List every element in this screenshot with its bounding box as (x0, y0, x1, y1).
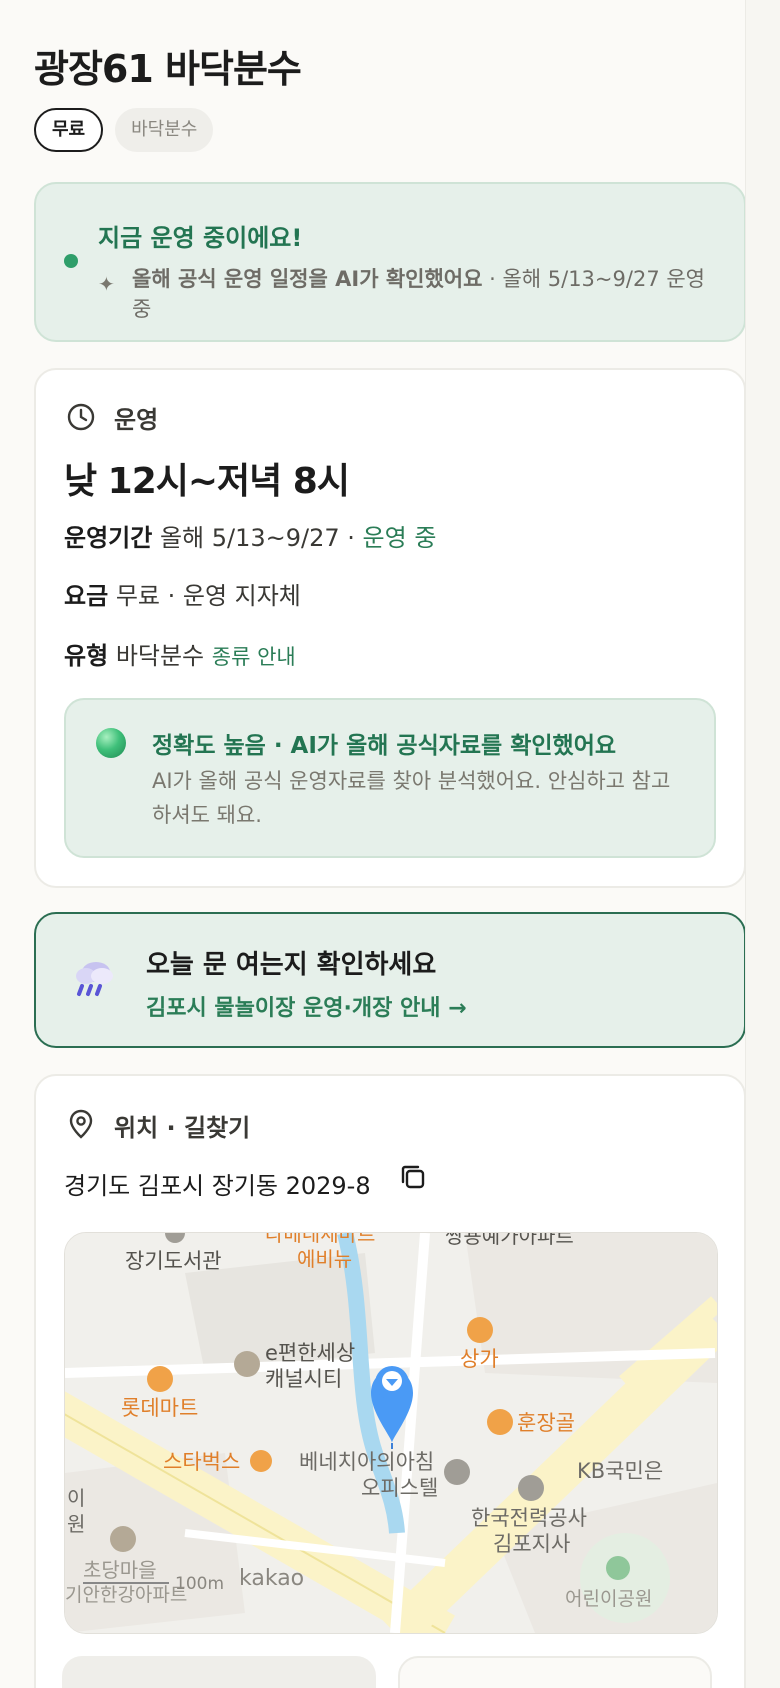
location-card: 위치 · 길찾기 경기도 김포시 장기동 2029-8 장기도서관 다베네세마트… (34, 1074, 745, 1688)
operation-notice-link[interactable]: 김포시 물놀이장 운영·개장 안내 → (146, 990, 467, 1022)
period-status: 운영 중 (362, 524, 437, 552)
map-label-lotte: 롯데마트 (121, 1396, 198, 1420)
map-canvas[interactable]: 장기도서관 다베네세마트 에비뉴 쌍용예가아파트 상가 e편한세상 캐널시티 트… (65, 1233, 717, 1633)
type-guide-link[interactable]: 종류 안내 (212, 645, 296, 669)
map-label-efun_2: 캐널시티 (265, 1367, 342, 1391)
alert-title: 오늘 문 여는지 확인하세요 (146, 950, 437, 980)
map-label-scale: 100m (175, 1574, 224, 1594)
type-label: 유형 (64, 642, 109, 670)
map-label-park: 어린이공원 (565, 1588, 652, 1610)
directions-button[interactable] (62, 1656, 376, 1688)
type-chip[interactable]: 바닥분수 (115, 108, 214, 152)
map-label-starbucks: 스타벅스 (163, 1450, 240, 1474)
copy-icon[interactable] (398, 1162, 428, 1192)
period-row: 운영기간 올해 5/13~9/27 · 운영 중 (64, 518, 436, 553)
type-row: 유형 바닥분수 종류 안내 (64, 636, 296, 671)
fee-value: 무료 · 운영 지자체 (115, 582, 301, 610)
rain-cloud-icon (76, 962, 113, 996)
hours-section-label: 운영 (114, 406, 159, 434)
status-description: 올해 공식 운영 일정을 AI가 확인했어요 · 올해 5/13~9/27 운영… (132, 264, 712, 324)
tag-chips: 무료 바닥분수 (34, 108, 214, 152)
share-button[interactable] (398, 1656, 712, 1688)
map-label-left_2: 원 (67, 1512, 85, 1536)
location-pin-icon (69, 1109, 93, 1139)
map-label-apt_bottom: 기안한강아파트 (65, 1584, 187, 1606)
accuracy-box: 정확도 높음 · AI가 올해 공식자료를 확인했어요 AI가 올해 공식 운영… (64, 698, 716, 858)
map-label-kakao: kakao (239, 1566, 304, 1591)
accuracy-title: 정확도 높음 · AI가 올해 공식자료를 확인했어요 (152, 733, 617, 759)
accuracy-ball-icon (96, 728, 126, 758)
map-label-efun_1: e편한세상 (265, 1341, 355, 1365)
check-open-banner[interactable]: 오늘 문 여는지 확인하세요 김포시 물놀이장 운영·개장 안내 → (34, 912, 745, 1048)
clock-icon (67, 403, 95, 431)
fee-label: 요금 (64, 582, 109, 610)
type-value: 바닥분수 (115, 642, 205, 670)
page-title: 광장61 바닥분수 (34, 47, 302, 91)
map-label-venezia_1: 베네치아의아침 (299, 1450, 434, 1474)
sparkle-icon: ✦ (98, 272, 115, 296)
period-label: 운영기간 (64, 524, 153, 552)
period-value: 올해 5/13~9/27 · (159, 524, 363, 552)
status-desc-bold: 올해 공식 운영 일정을 AI가 확인했어요 (132, 267, 483, 291)
map-label-apt_top: 쌍용예가아파트 (445, 1233, 574, 1248)
accuracy-description: AI가 올해 공식 운영자료를 찾아 분석했어요. 안심하고 참고하셔도 돼요. (152, 769, 671, 827)
map-label-library: 장기도서관 (125, 1249, 222, 1273)
map-label-chodang: 초당마을 (83, 1558, 157, 1582)
map-label-mart_top_1: 다베네세마트 (265, 1233, 375, 1246)
status-title: 지금 운영 중이에요! (98, 224, 303, 252)
price-chip[interactable]: 무료 (34, 108, 104, 152)
map-label-mart_top_2: 에비뉴 (297, 1247, 352, 1271)
detail-page: 광장61 바닥분수 무료 바닥분수 지금 운영 중이에요! ✦ 올해 공식 운영… (0, 0, 746, 1688)
address-text: 경기도 김포시 장기동 2029-8 (64, 1172, 371, 1200)
fee-row: 요금 무료 · 운영 지자체 (64, 576, 301, 611)
map-label-kepco_2: 김포지사 (493, 1532, 570, 1556)
map-label-hunjang: 훈장골 (517, 1411, 575, 1435)
operating-status-card: 지금 운영 중이에요! ✦ 올해 공식 운영 일정을 AI가 확인했어요 · 올… (34, 182, 745, 342)
map-label-store: 상가 (460, 1347, 499, 1371)
hours-main: 낮 12시~저녁 8시 (64, 461, 350, 502)
map-label-kepco_1: 한국전력공사 (471, 1506, 587, 1530)
hours-card: 운영 낮 12시~저녁 8시 운영기간 올해 5/13~9/27 · 운영 중 … (34, 368, 745, 888)
location-section-label: 위치 · 길찾기 (114, 1114, 251, 1142)
map-label-venezia_2: 오피스텔 (361, 1476, 438, 1500)
status-dot-icon (64, 254, 78, 268)
map-label-kb: KB국민은 (577, 1459, 663, 1483)
map-label-left_1: 이 (67, 1486, 85, 1510)
map-view[interactable]: 장기도서관 다베네세마트 에비뉴 쌍용예가아파트 상가 e편한세상 캐널시티 트… (64, 1232, 718, 1634)
